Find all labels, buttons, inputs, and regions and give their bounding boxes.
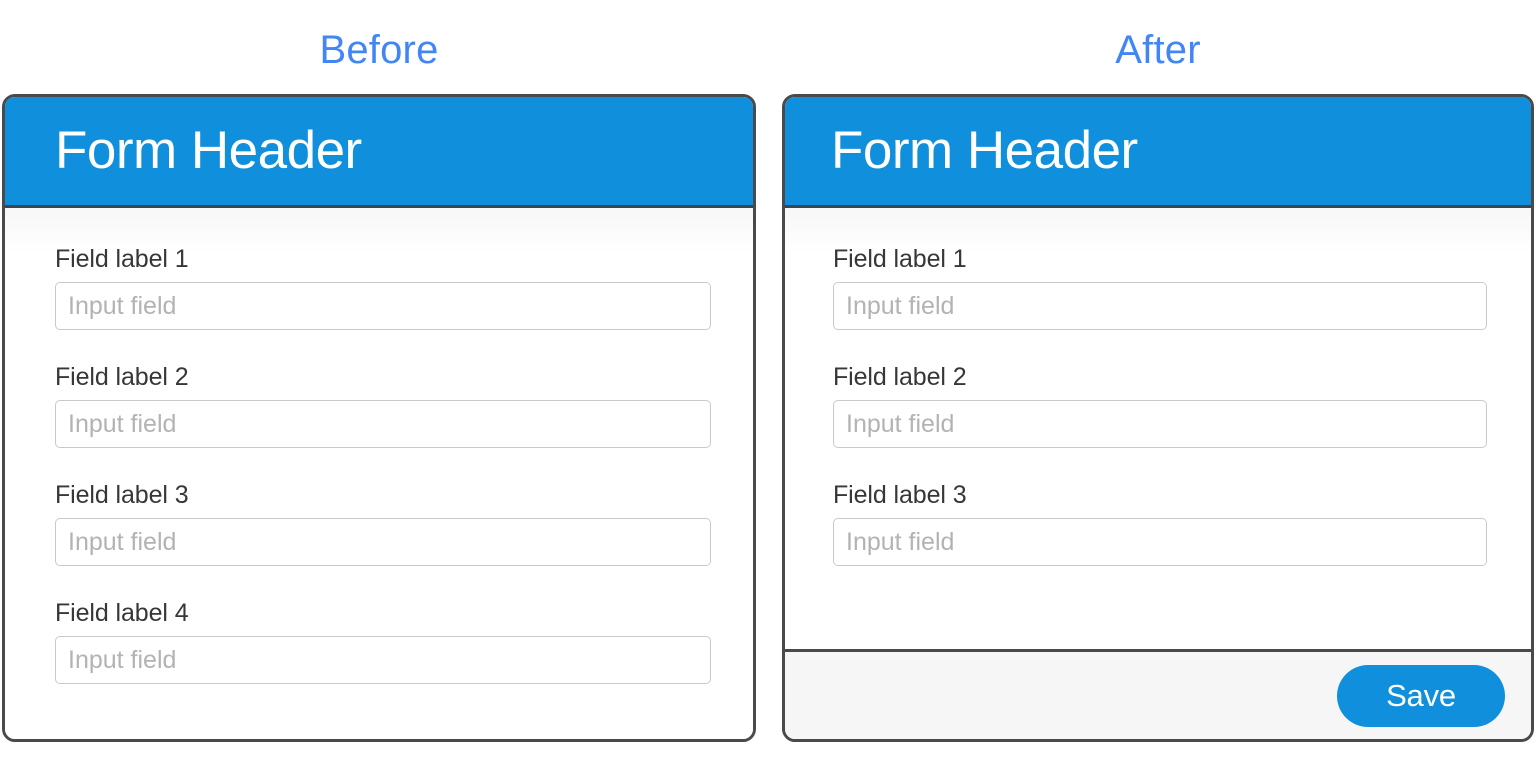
field-label-2: Field label 2 [55, 363, 189, 391]
field-label-3: Field label 3 [833, 481, 967, 509]
before-card-header: Form Header [5, 97, 753, 208]
form-field: Field label 2 [55, 362, 711, 448]
form-field: Field label 1 [55, 244, 711, 330]
field-label-1: Field label 1 [55, 245, 189, 273]
field-input-3[interactable] [55, 518, 711, 566]
form-field: Field label 4 [55, 598, 711, 684]
form-field: Field label 3 [833, 480, 1487, 566]
field-input-2[interactable] [55, 400, 711, 448]
comparison-stage: Before After Form Header Field label 1 F… [0, 0, 1536, 762]
form-field: Field label 2 [833, 362, 1487, 448]
field-label-2: Field label 2 [833, 363, 967, 391]
before-card-body: Field label 1 Field label 2 Field label … [5, 208, 753, 739]
before-card-header-title: Form Header [55, 121, 362, 180]
field-input-2[interactable] [833, 400, 1487, 448]
field-input-3[interactable] [833, 518, 1487, 566]
before-form-card: Form Header Field label 1 Field label 2 … [2, 94, 756, 742]
field-input-1[interactable] [55, 282, 711, 330]
field-label-4: Field label 4 [55, 599, 189, 627]
field-input-1[interactable] [833, 282, 1487, 330]
after-card-body: Field label 1 Field label 2 Field label … [785, 208, 1531, 649]
after-column-caption: After [1115, 28, 1201, 72]
field-label-1: Field label 1 [833, 245, 967, 273]
after-card-header: Form Header [785, 97, 1531, 208]
field-input-4[interactable] [55, 636, 711, 684]
after-card-footer: Save [785, 649, 1531, 739]
form-field: Field label 1 [833, 244, 1487, 330]
after-form-card: Form Header Field label 1 Field label 2 … [782, 94, 1534, 742]
field-label-3: Field label 3 [55, 481, 189, 509]
form-field: Field label 3 [55, 480, 711, 566]
save-button[interactable]: Save [1337, 664, 1505, 727]
before-column-caption: Before [319, 28, 439, 72]
after-card-header-title: Form Header [831, 121, 1138, 180]
